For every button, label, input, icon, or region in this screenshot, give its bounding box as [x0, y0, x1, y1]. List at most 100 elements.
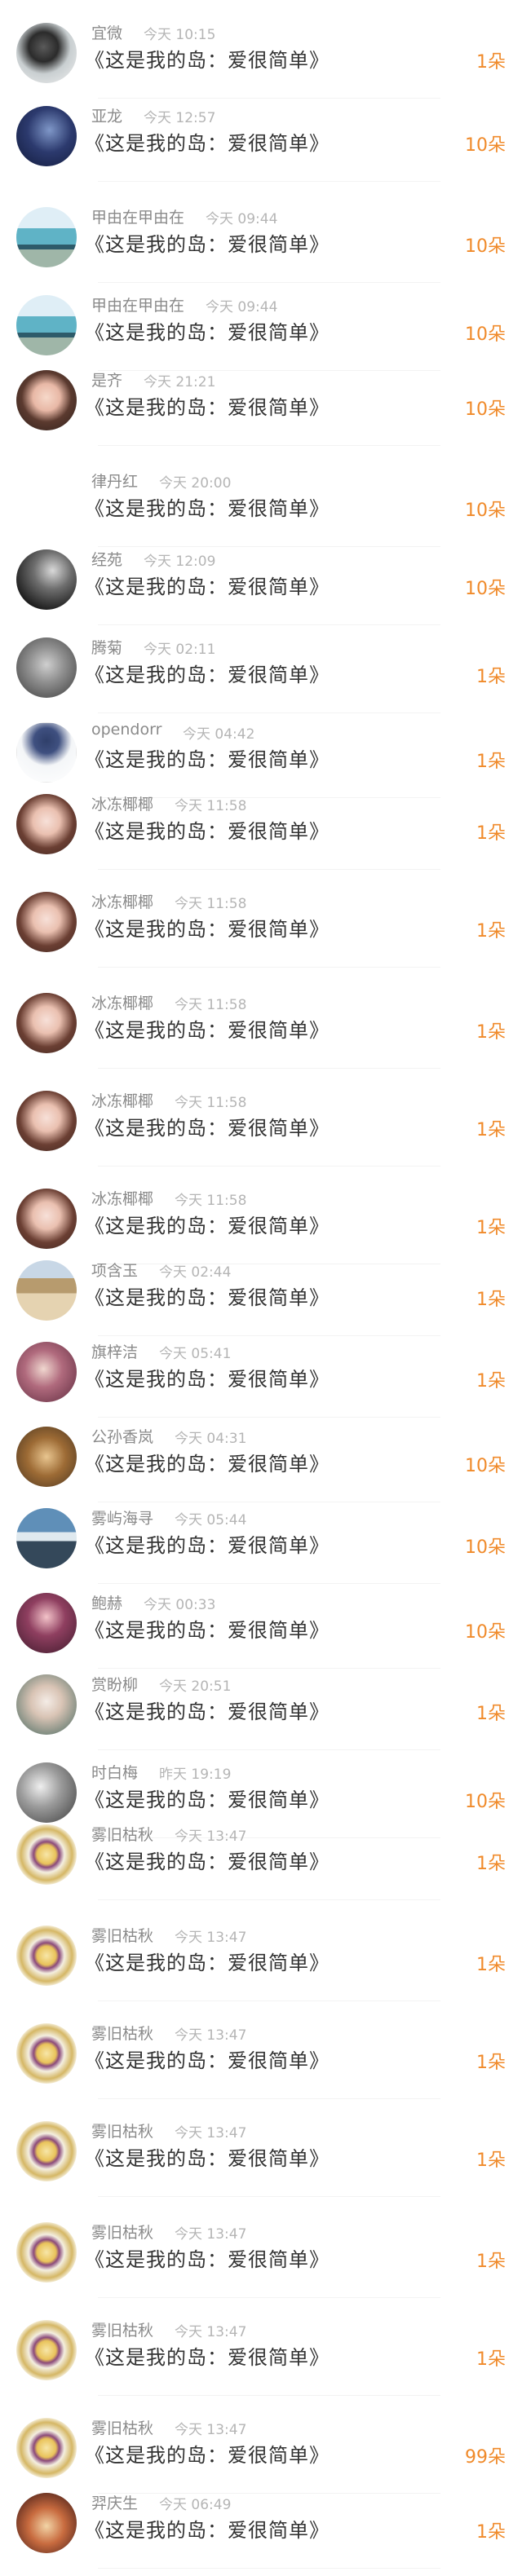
user-name[interactable]: 经苑 — [91, 548, 122, 570]
user-name[interactable]: 项含玉 — [91, 1259, 138, 1281]
user-name[interactable]: 冰冻椰椰 — [91, 1089, 153, 1111]
user-name[interactable]: 亚龙 — [91, 104, 122, 126]
user-name[interactable]: 冰冻椰椰 — [91, 1187, 153, 1209]
avatar[interactable] — [16, 722, 77, 783]
user-name[interactable]: 冰冻椰椰 — [91, 991, 153, 1013]
avatar[interactable] — [16, 637, 77, 698]
flower-count: 10朵 — [465, 236, 506, 257]
list-item[interactable]: 雾旧枯秋 今天 13:47 《这是我的岛：爱很简单》 1朵 — [0, 1818, 522, 1908]
avatar[interactable] — [16, 549, 77, 610]
user-name[interactable]: 雾旧枯秋 — [91, 2318, 153, 2340]
timestamp: 今天 05:41 — [159, 1346, 232, 1362]
timestamp: 今天 05:44 — [175, 1512, 247, 1528]
list-item[interactable]: 雾旧枯秋 今天 13:47 《这是我的岛：爱很简单》 1朵 — [0, 2115, 522, 2204]
list-item[interactable]: 经苑 今天 12:09 《这是我的岛：爱很简单》 10朵 — [0, 543, 522, 633]
list-item[interactable]: 冰冻椰椰 今天 11:58 《这是我的岛：爱很简单》 1朵 — [0, 885, 522, 975]
list-item[interactable]: 冰冻椰椰 今天 11:58 《这是我的岛：爱很简单》 1朵 — [0, 1084, 522, 1174]
user-name[interactable]: 甲由在甲由在 — [91, 205, 184, 227]
list-item[interactable]: 雾旧枯秋 今天 13:47 《这是我的岛：爱很简单》 1朵 — [0, 2017, 522, 2106]
flower-count: 10朵 — [465, 579, 506, 599]
user-name[interactable]: 雾旧枯秋 — [91, 2022, 153, 2044]
user-name[interactable]: 鲍赫 — [91, 1591, 122, 1613]
avatar[interactable] — [16, 2493, 77, 2553]
user-name[interactable]: 羿庆生 — [91, 2491, 138, 2513]
avatar[interactable] — [16, 1189, 77, 1249]
timestamp: 今天 00:33 — [144, 1597, 216, 1613]
avatar[interactable] — [16, 295, 77, 355]
user-name[interactable]: 甲由在甲由在 — [91, 293, 184, 315]
book-title: 《这是我的岛：爱很简单》 — [85, 2346, 330, 2369]
avatar[interactable] — [16, 2023, 77, 2084]
avatar[interactable] — [16, 1260, 77, 1321]
avatar[interactable] — [16, 1925, 77, 1986]
avatar[interactable] — [16, 1824, 77, 1885]
divider — [98, 1417, 440, 1418]
user-name[interactable]: 雾旧枯秋 — [91, 2221, 153, 2243]
timestamp: 今天 13:47 — [175, 2422, 247, 2438]
user-name[interactable]: opendorr — [91, 721, 161, 739]
list-item[interactable]: 雾旧枯秋 今天 13:47 《这是我的岛：爱很简单》 1朵 — [0, 2314, 522, 2403]
list-item[interactable]: 赏盼柳 今天 20:51 《这是我的岛：爱很简单》 1朵 — [0, 1668, 522, 1758]
book-title: 《这是我的岛：爱很简单》 — [85, 748, 330, 771]
list-item[interactable]: 鲍赫 今天 00:33 《这是我的岛：爱很简单》 10朵 — [0, 1586, 522, 1676]
user-name[interactable]: 旗梓洁 — [91, 1340, 138, 1362]
user-name[interactable]: 公孙香岚 — [91, 1425, 153, 1447]
timestamp: 今天 11:58 — [175, 896, 247, 912]
list-item[interactable]: 律丹红 今天 20:00 《这是我的岛：爱很简单》 10朵 — [0, 465, 522, 554]
timestamp: 今天 13:47 — [175, 1828, 247, 1845]
list-item[interactable]: 冰冻椰椰 今天 11:58 《这是我的岛：爱很简单》 1朵 — [0, 986, 522, 1076]
user-name[interactable]: 雾屿海寻 — [91, 1506, 153, 1528]
avatar[interactable] — [16, 2320, 77, 2380]
avatar[interactable] — [16, 2121, 77, 2181]
divider — [98, 1166, 440, 1167]
avatar[interactable] — [16, 23, 77, 83]
list-item[interactable]: 雾旧枯秋 今天 13:47 《这是我的岛：爱很简单》 1朵 — [0, 2216, 522, 2305]
avatar[interactable] — [16, 106, 77, 166]
list-item[interactable]: 项含玉 今天 02:44 《这是我的岛：爱很简单》 1朵 — [0, 1254, 522, 1343]
divider — [98, 2098, 440, 2099]
avatar[interactable] — [16, 892, 77, 952]
user-name[interactable]: 冰冻椰椰 — [91, 792, 153, 814]
user-name[interactable]: 雾旧枯秋 — [91, 2119, 153, 2142]
user-name[interactable]: 雾旧枯秋 — [91, 2416, 153, 2438]
user-name[interactable]: 冰冻椰椰 — [91, 890, 153, 912]
list-item[interactable]: 羿庆生 今天 06:49 《这是我的岛：爱很简单》 1朵 — [0, 2486, 522, 2576]
timestamp: 今天 04:42 — [183, 726, 255, 743]
user-name[interactable]: 赏盼柳 — [91, 1673, 138, 1695]
user-name[interactable]: 雾旧枯秋 — [91, 1924, 153, 1946]
list-item[interactable]: 是齐 今天 21:21 《这是我的岛：爱很简单》 10朵 — [0, 364, 522, 453]
list-item[interactable]: 亚龙 今天 12:57 《这是我的岛：爱很简单》 10朵 — [0, 99, 522, 189]
list-item[interactable]: 公孙香岚 今天 04:31 《这是我的岛：爱很简单》 10朵 — [0, 1420, 522, 1510]
user-name[interactable]: 腾菊 — [91, 636, 122, 658]
avatar[interactable] — [16, 1593, 77, 1653]
avatar[interactable] — [16, 1674, 77, 1735]
list-item[interactable]: 旗梓洁 今天 05:41 《这是我的岛：爱很简单》 1朵 — [0, 1335, 522, 1425]
user-name[interactable]: 律丹红 — [91, 470, 138, 492]
divider — [98, 624, 440, 625]
avatar[interactable] — [16, 794, 77, 854]
list-item[interactable]: 冰冻椰椰 今天 11:58 《这是我的岛：爱很简单》 1朵 — [0, 787, 522, 877]
divider — [98, 181, 440, 182]
avatar[interactable] — [16, 1342, 77, 1402]
avatar[interactable] — [16, 1508, 77, 1568]
list-item[interactable]: 甲由在甲由在 今天 09:44 《这是我的岛：爱很简单》 10朵 — [0, 201, 522, 290]
avatar[interactable] — [16, 2418, 77, 2478]
avatar[interactable] — [16, 1091, 77, 1151]
flower-count: 1朵 — [476, 52, 506, 73]
flower-count: 1朵 — [476, 2150, 506, 2171]
avatar[interactable] — [16, 1762, 77, 1823]
divider — [98, 445, 440, 446]
user-name[interactable]: 宜微 — [91, 21, 122, 43]
user-name[interactable]: 雾旧枯秋 — [91, 1823, 153, 1845]
list-item[interactable]: 宜微 今天 10:15 《这是我的岛：爱很简单》 1朵 — [0, 16, 522, 106]
list-item[interactable]: 雾旧枯秋 今天 13:47 《这是我的岛：爱很简单》 1朵 — [0, 1919, 522, 2009]
list-item[interactable]: 腾菊 今天 02:11 《这是我的岛：爱很简单》 1朵 — [0, 631, 522, 721]
avatar[interactable] — [16, 2222, 77, 2283]
user-name[interactable]: 时白梅 — [91, 1761, 138, 1783]
avatar[interactable] — [16, 993, 77, 1053]
avatar[interactable] — [16, 207, 77, 267]
avatar[interactable] — [16, 370, 77, 430]
user-name[interactable]: 是齐 — [91, 368, 122, 390]
avatar[interactable] — [16, 1427, 77, 1487]
list-item[interactable]: 雾屿海寻 今天 05:44 《这是我的岛：爱很简单》 10朵 — [0, 1502, 522, 1591]
